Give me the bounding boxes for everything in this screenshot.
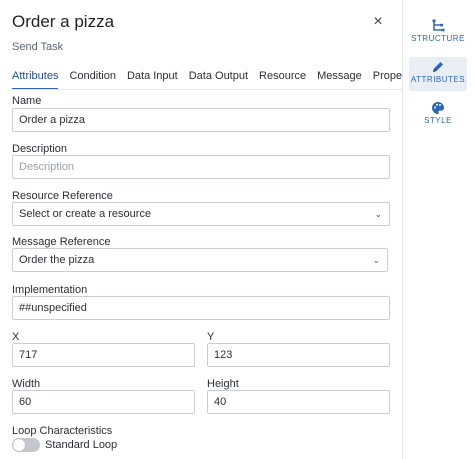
x-label: X xyxy=(12,331,20,343)
tab-message[interactable]: Message xyxy=(317,64,362,90)
panel-subtitle: Send Task xyxy=(12,41,64,53)
description-field[interactable]: Description xyxy=(12,155,390,179)
description-label: Description xyxy=(12,143,68,155)
loop-toggle-label: Standard Loop xyxy=(45,439,118,451)
sidebar-item-label: STRUCTURE xyxy=(411,34,465,43)
resource-reference-value: Select or create a resource xyxy=(19,208,152,220)
structure-icon xyxy=(432,19,445,32)
message-reference-label: Message Reference xyxy=(12,236,111,248)
width-label: Width xyxy=(12,378,41,390)
message-reference-select[interactable]: Order the pizza ⌄ xyxy=(12,248,388,272)
tab-bar: Attributes Condition Data Input Data Out… xyxy=(12,64,425,90)
resource-reference-select[interactable]: Select or create a resource ⌄ xyxy=(12,202,390,226)
message-reference-value: Order the pizza xyxy=(19,254,95,266)
tabs-divider xyxy=(12,89,402,90)
toggle-knob xyxy=(13,439,25,451)
height-label: Height xyxy=(207,378,239,390)
width-field[interactable]: 60 xyxy=(12,390,195,414)
y-field[interactable]: 123 xyxy=(207,343,390,367)
name-label: Name xyxy=(12,95,42,107)
pencil-icon xyxy=(433,62,443,72)
sidebar-item-label: ATTRIBUTES xyxy=(410,75,466,84)
implementation-label: Implementation xyxy=(12,284,88,296)
sidebar-item-structure[interactable]: STRUCTURE xyxy=(409,16,467,50)
implementation-field[interactable]: ##unspecified xyxy=(12,296,390,320)
side-nav: STRUCTURE ATTRIBUTES STYLE xyxy=(403,0,474,459)
panel-title: Order a pizza xyxy=(12,12,115,31)
y-label: Y xyxy=(207,331,215,343)
x-field[interactable]: 717 xyxy=(12,343,195,367)
close-icon[interactable]: × xyxy=(370,14,386,30)
loop-toggle[interactable] xyxy=(12,438,40,452)
tab-data-output[interactable]: Data Output xyxy=(189,64,248,90)
sidebar-item-attributes[interactable]: ATTRIBUTES xyxy=(409,57,467,91)
height-field[interactable]: 40 xyxy=(207,390,390,414)
properties-panel: Order a pizza × Send Task Attributes Con… xyxy=(0,0,414,459)
tab-resource[interactable]: Resource xyxy=(259,64,306,90)
name-field[interactable]: Order a pizza xyxy=(12,108,390,132)
sidebar-item-label: STYLE xyxy=(424,116,452,125)
tab-condition[interactable]: Condition xyxy=(69,64,115,90)
chevron-down-icon: ⌄ xyxy=(374,209,382,219)
palette-icon xyxy=(432,102,444,114)
tab-data-input[interactable]: Data Input xyxy=(127,64,178,90)
resource-reference-label: Resource Reference xyxy=(12,190,113,202)
chevron-down-icon: ⌄ xyxy=(372,255,380,265)
sidebar-item-style[interactable]: STYLE xyxy=(409,98,467,132)
loop-characteristics-label: Loop Characteristics xyxy=(12,425,113,437)
tab-attributes[interactable]: Attributes xyxy=(12,64,59,90)
